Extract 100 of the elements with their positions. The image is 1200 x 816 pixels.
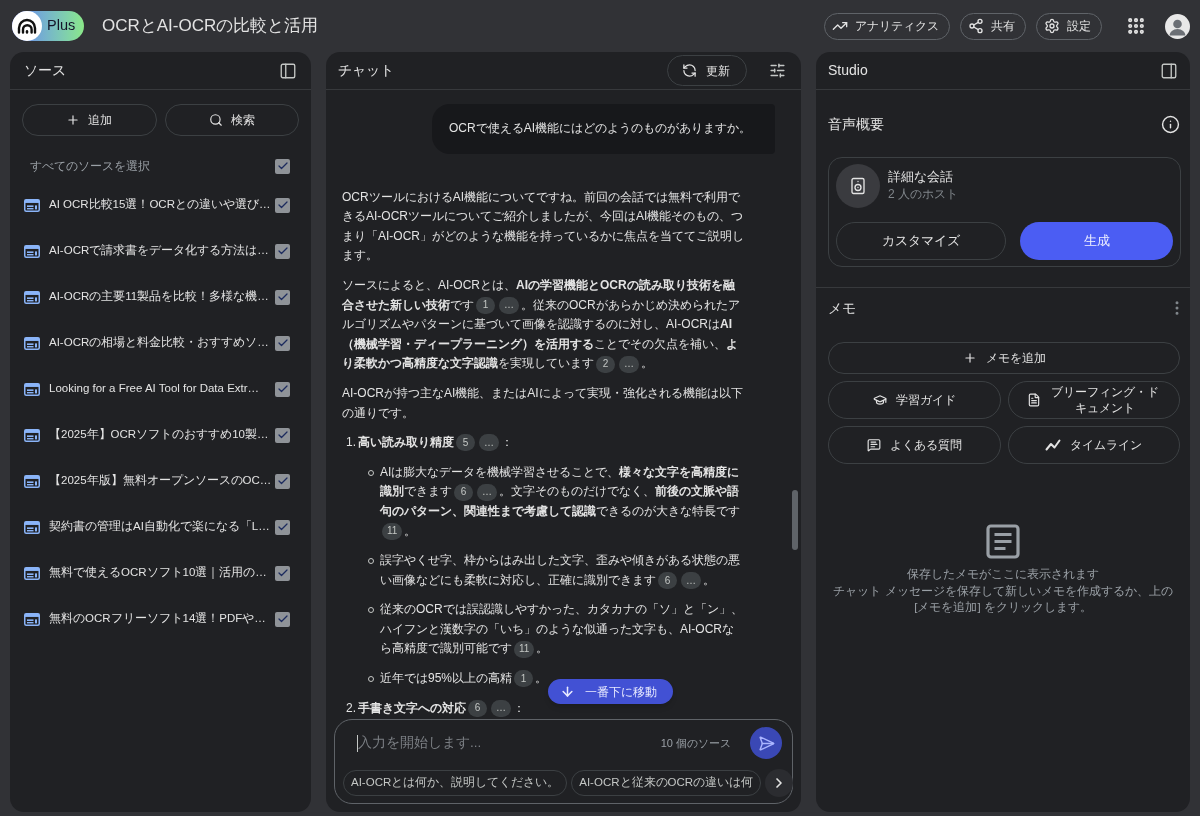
citation-badge[interactable]: … bbox=[491, 700, 511, 717]
citation-badge[interactable]: 6 bbox=[658, 572, 677, 589]
send-icon bbox=[757, 734, 775, 752]
bullet-text: 従来のOCRでは誤認識しやすかった、カタカナの「ソ」と「ン」、ハイフンと漢数字の「いち」のような似通った文字も、AI-OCRなら高精度で識別可能です 11 。 bbox=[380, 601, 744, 660]
response-paragraph: ソースによると、AI-OCRとは、AIの学習機能とOCRの読み取り技術を融合させた新しい技術です 1 … 。従来のOCRがあらかじめ決められたアルゴリズムやパターンに基づいて画像を認識するのに対し、AI-OCRはAI（機械学習・ディープラーニング）を活用することでその欠点を補い、より柔軟かつ高精度な文字認識を実現しています 2 … 。 bbox=[342, 276, 741, 374]
check-icon bbox=[276, 245, 289, 257]
web-page-icon bbox=[24, 428, 40, 442]
citation-badge[interactable]: 6 bbox=[454, 483, 473, 501]
citation-badge[interactable]: 1 bbox=[476, 296, 495, 314]
apps-grid-icon[interactable] bbox=[1126, 16, 1146, 36]
check-icon bbox=[276, 337, 289, 349]
source-title[interactable]: AI-OCRの相場と料金比較・おすすめソ… bbox=[49, 334, 269, 352]
empty-state-title: 保存したメモがここに表示されます bbox=[907, 567, 1099, 582]
plan-label: Plus bbox=[47, 16, 76, 36]
list-heading: 1. 高い読み取り精度 5 … ： bbox=[345, 433, 514, 453]
citation-badge[interactable]: 6 bbox=[468, 700, 487, 717]
tune-icon[interactable] bbox=[769, 62, 786, 79]
checkbox[interactable] bbox=[275, 197, 290, 213]
source-title[interactable]: AI-OCRの主要11製品を比較！多様な機… bbox=[49, 288, 269, 306]
checkbox[interactable] bbox=[275, 427, 290, 443]
avatar-icon[interactable] bbox=[1165, 13, 1190, 39]
checkbox[interactable] bbox=[275, 289, 290, 305]
checkbox[interactable] bbox=[275, 243, 290, 259]
web-page-icon bbox=[24, 198, 40, 212]
citation-badge[interactable]: … bbox=[619, 355, 639, 373]
checkbox[interactable] bbox=[275, 565, 290, 581]
checkbox[interactable] bbox=[275, 611, 290, 627]
checkbox[interactable] bbox=[275, 158, 290, 174]
card-button[interactable]: 生成 bbox=[1020, 222, 1173, 260]
source-title[interactable]: AI-OCRで請求書をデータ化する方法は… bbox=[49, 242, 269, 260]
list-heading: 2. 手書き文字への対応 6 … ： bbox=[345, 698, 526, 719]
message-input[interactable]: 入力を開始します... bbox=[358, 732, 661, 754]
check-icon bbox=[276, 199, 289, 211]
citation-badge[interactable]: 5 bbox=[456, 434, 475, 452]
scroll-right-button[interactable] bbox=[765, 769, 794, 797]
refresh-icon bbox=[682, 63, 697, 78]
citation-badge[interactable]: 11 bbox=[514, 640, 535, 658]
zigzag-line-icon bbox=[1045, 439, 1062, 451]
settings-icon bbox=[1044, 18, 1060, 34]
message-icon bbox=[866, 438, 881, 452]
source-title[interactable]: 無料で使えるOCRソフト10選｜活用の… bbox=[49, 564, 267, 582]
empty-state-description: チャット メッセージを保存して新しいメモを作成するか、上の [メモを追加] をクリックします。 bbox=[832, 583, 1174, 615]
citation-badge[interactable]: 11 bbox=[382, 522, 403, 540]
text-cursor bbox=[357, 734, 358, 752]
info-icon[interactable] bbox=[1161, 114, 1180, 134]
check-icon bbox=[276, 383, 289, 395]
checkbox[interactable] bbox=[275, 519, 290, 535]
panel-title: ソース bbox=[24, 61, 66, 80]
bullet-text: AIは膨大なデータを機械学習させることで、様々な文字を高精度に識別できます 6 … 。文字そのものだけでなく、前後の文脈や語句のパターン、関連性まで考慮して認識できるのが大きな特長です 11 。 bbox=[380, 463, 741, 542]
check-icon bbox=[276, 475, 289, 487]
citation-badge[interactable]: … bbox=[681, 572, 701, 589]
response-paragraph: OCRツールにおけるAI機能についてですね。前回の会話では無料で利用できるAI-OCRツールについてご紹介しましたが、今回はAI機能そのもの、つまり「AI-OCR」がどのような機能を持っているかに焦点を当ててご説明します。 bbox=[342, 188, 744, 265]
graduation-cap-icon bbox=[872, 393, 887, 407]
bullet-text: 近年では95%以上の高精 1 。 bbox=[380, 669, 548, 689]
jump-to-bottom-button[interactable]: 一番下に移動 bbox=[548, 679, 673, 704]
panel-toggle-icon[interactable] bbox=[279, 61, 297, 80]
plus-icon bbox=[962, 351, 977, 365]
web-page-icon bbox=[24, 520, 40, 534]
checkbox[interactable] bbox=[275, 381, 290, 397]
arrow-down-icon bbox=[560, 684, 575, 699]
source-title[interactable]: 【2025年】OCRソフトのおすすめ10製… bbox=[49, 426, 269, 444]
citation-badge[interactable]: … bbox=[479, 434, 499, 452]
check-icon bbox=[276, 613, 289, 625]
source-title[interactable]: Looking for a Free AI Tool for Data Extr… bbox=[49, 380, 260, 398]
check-icon bbox=[276, 291, 289, 303]
user-message: OCRで使えるAI機能にはどのようのものがありますか。 bbox=[432, 104, 775, 154]
scrollbar[interactable] bbox=[792, 490, 798, 550]
web-page-icon bbox=[24, 474, 40, 488]
source-title[interactable]: AI OCR比較15選！OCRとの違いや選び… bbox=[49, 196, 271, 214]
web-page-icon bbox=[24, 612, 40, 626]
check-icon bbox=[276, 567, 289, 579]
checkbox[interactable] bbox=[275, 335, 290, 351]
section-title: メモ bbox=[828, 298, 856, 318]
citation-badge[interactable]: 2 bbox=[596, 355, 615, 373]
web-page-icon bbox=[24, 382, 40, 396]
source-title[interactable]: 【2025年版】無料オープンソースのOC… bbox=[49, 472, 272, 490]
notebook-title: OCRとAI-OCRの比較と活用 bbox=[102, 15, 319, 38]
source-count: 10 個のソース bbox=[660, 735, 731, 751]
checkbox[interactable] bbox=[275, 473, 291, 489]
citation-badge[interactable]: … bbox=[477, 483, 497, 501]
select-all-label: すべてのソースを選択 bbox=[30, 158, 150, 175]
logo-icon bbox=[12, 11, 42, 41]
document-icon bbox=[1026, 393, 1041, 407]
citation-badge[interactable]: 1 bbox=[514, 670, 534, 688]
source-title[interactable]: 無料のOCRフリーソフト14選！PDFや… bbox=[49, 610, 266, 628]
plan-badge[interactable]: Plus bbox=[12, 11, 84, 41]
panel-title: チャット bbox=[338, 61, 394, 80]
check-icon bbox=[276, 521, 289, 533]
source-title[interactable]: 契約書の管理はAI自動化で楽になる「L… bbox=[49, 518, 270, 536]
card-title: 詳細な会話 bbox=[888, 169, 954, 186]
web-page-icon bbox=[24, 336, 40, 350]
web-page-icon bbox=[24, 290, 40, 304]
citation-badge[interactable]: … bbox=[499, 296, 519, 314]
search-icon bbox=[208, 113, 223, 127]
section-title: 音声概要 bbox=[828, 114, 884, 134]
send-button[interactable] bbox=[750, 727, 782, 759]
share-icon bbox=[968, 18, 984, 34]
response-paragraph: AI-OCRが持つ主なAI機能、またはAIによって実現・強化される機能は以下の通りです。 bbox=[342, 384, 744, 422]
check-icon bbox=[276, 429, 289, 441]
panel-toggle-icon[interactable] bbox=[1160, 61, 1178, 80]
